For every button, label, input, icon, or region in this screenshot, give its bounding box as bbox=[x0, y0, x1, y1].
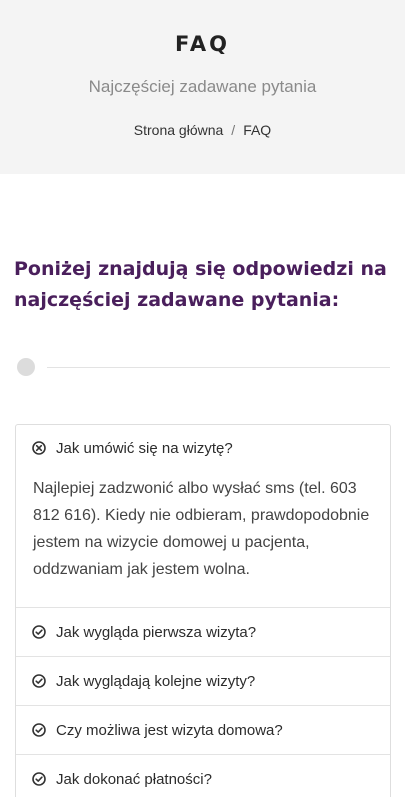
check-circle-icon bbox=[32, 625, 46, 639]
close-circle-icon bbox=[32, 441, 46, 455]
faq-item: Jak wygląda pierwsza wizyta? bbox=[16, 608, 390, 657]
faq-question-toggle[interactable]: Jak umówić się na wizytę? bbox=[16, 425, 390, 471]
faq-answer: Najlepiej zadzwonić albo wysłać sms (tel… bbox=[33, 480, 370, 578]
page-header: FAQ Najczęściej zadawane pytania Strona … bbox=[0, 0, 405, 174]
faq-question-toggle[interactable]: Jak wygląda pierwsza wizyta? bbox=[16, 608, 390, 656]
check-circle-icon bbox=[32, 723, 46, 737]
faq-question-label: Czy możliwa jest wizyta domowa? bbox=[56, 721, 283, 739]
faq-intro-heading: Poniżej znajdują się odpowiedzi na najcz… bbox=[14, 258, 387, 311]
faq-item: Jak wyglądają kolejne wizyty? bbox=[16, 657, 390, 706]
faq-question-label: Jak dokonać płatności? bbox=[56, 770, 212, 788]
divider-dot bbox=[17, 358, 35, 376]
breadcrumb-separator: / bbox=[231, 122, 236, 138]
faq-item: Jak umówić się na wizytę? Najlepiej zadz… bbox=[16, 425, 390, 608]
faq-question-toggle[interactable]: Czy możliwa jest wizyta domowa? bbox=[16, 706, 390, 754]
faq-accordion: Jak umówić się na wizytę? Najlepiej zadz… bbox=[15, 424, 391, 797]
page-title: FAQ bbox=[174, 32, 231, 56]
faq-item: Jak dokonać płatności? bbox=[16, 755, 390, 797]
breadcrumb-current: FAQ bbox=[243, 122, 272, 138]
faq-question-toggle[interactable]: Jak wyglądają kolejne wizyty? bbox=[16, 657, 390, 705]
faq-question-label: Jak wygląda pierwsza wizyta? bbox=[56, 623, 257, 641]
check-circle-icon bbox=[32, 772, 46, 786]
breadcrumb-home-link[interactable]: Strona główna bbox=[134, 122, 224, 138]
faq-item: Czy możliwa jest wizyta domowa? bbox=[16, 706, 390, 755]
faq-question-label: Jak wyglądają kolejne wizyty? bbox=[56, 672, 256, 690]
breadcrumb: Strona główna / FAQ bbox=[0, 122, 405, 138]
faq-question-label: Jak umówić się na wizytę? bbox=[56, 439, 233, 457]
page-subtitle: Najczęściej zadawane pytania bbox=[88, 77, 317, 96]
faq-question-toggle[interactable]: Jak dokonać płatności? bbox=[16, 755, 390, 797]
divider-line bbox=[47, 367, 390, 368]
check-circle-icon bbox=[32, 674, 46, 688]
